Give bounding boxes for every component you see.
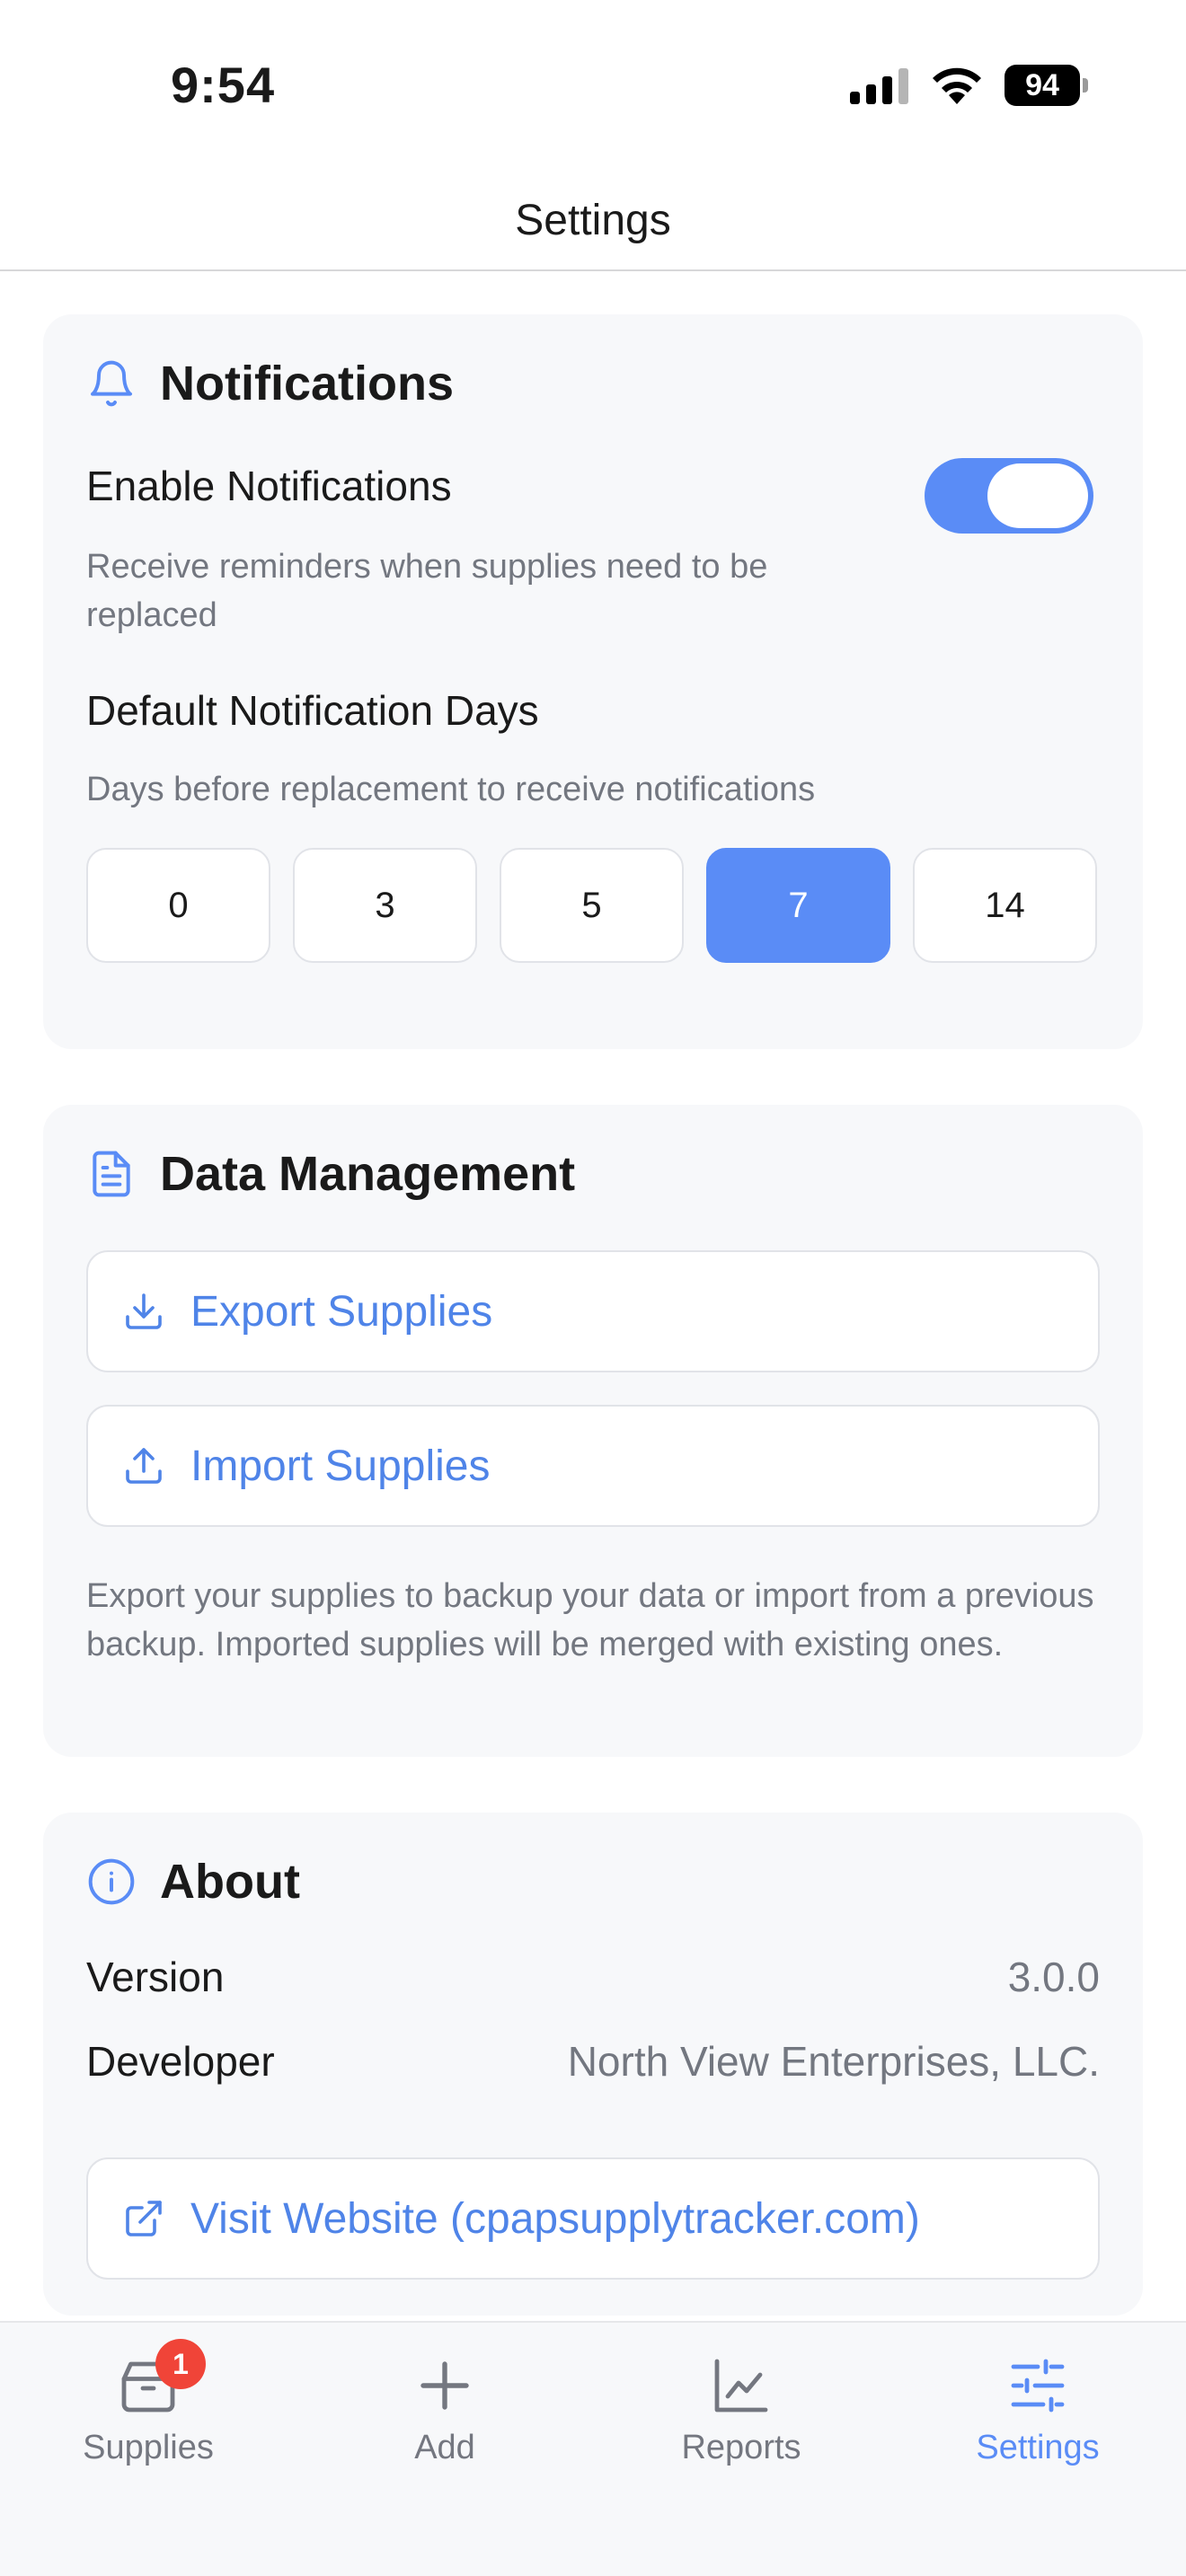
tab-add-label: Add (414, 2429, 475, 2466)
tab-reports-label: Reports (681, 2429, 801, 2466)
info-icon (88, 1858, 135, 1905)
plus-icon (412, 2353, 477, 2418)
chart-icon (709, 2353, 774, 2418)
developer-label: Developer (86, 2038, 275, 2085)
upload-icon (126, 1448, 162, 1484)
download-icon (126, 1293, 162, 1329)
data-management-title-row: Data Management (86, 1146, 575, 1202)
bell-icon (91, 360, 132, 407)
visit-website-label: Visit Website (cpapsupplytracker.com) (190, 2194, 920, 2243)
tab-supplies[interactable]: 1 Supplies (0, 2339, 296, 2467)
about-card: About Version 3.0.0 Developer North View… (43, 1813, 1143, 2316)
tab-bar: 1 Supplies Add Reports Settings (0, 2321, 1186, 2576)
battery-level: 94 (1025, 67, 1059, 102)
version-value: 3.0.0 (1007, 1954, 1100, 2000)
cellular-signal-icon (850, 68, 908, 104)
developer-row: Developer North View Enterprises, LLC. (86, 2037, 1100, 2086)
status-bar: 9:54 94 (0, 0, 1186, 171)
box-icon: 1 (116, 2339, 206, 2418)
default-days-label: Default Notification Days (86, 687, 539, 734)
about-title: About (160, 1855, 300, 1909)
document-icon (93, 1151, 130, 1197)
day-option-14[interactable]: 14 (913, 848, 1097, 963)
tab-settings-label: Settings (976, 2429, 1100, 2466)
tab-settings[interactable]: Settings (890, 2353, 1186, 2467)
external-link-icon (126, 2201, 162, 2236)
enable-notifications-label: Enable Notifications (86, 463, 452, 509)
version-row: Version 3.0.0 (86, 1953, 1100, 2001)
tab-reports[interactable]: Reports (593, 2353, 890, 2467)
data-management-card: Data Management Export Supplies Import S… (43, 1105, 1143, 1757)
settings-content[interactable]: Notifications Enable Notifications Recei… (0, 271, 1186, 2321)
about-title-row: About (86, 1854, 300, 1910)
day-option-7[interactable]: 7 (706, 848, 890, 963)
status-time: 9:54 (171, 57, 276, 113)
battery-icon: 94 (1005, 65, 1088, 106)
tab-supplies-label: Supplies (83, 2429, 214, 2466)
notifications-title-row: Notifications (86, 356, 454, 411)
wifi-icon (933, 67, 981, 104)
version-label: Version (86, 1954, 225, 2000)
day-option-0[interactable]: 0 (86, 848, 270, 963)
data-management-title: Data Management (160, 1147, 576, 1201)
enable-notifications-toggle[interactable] (925, 458, 1093, 534)
developer-value: North View Enterprises, LLC. (567, 2038, 1100, 2085)
notifications-card: Notifications Enable Notifications Recei… (43, 314, 1143, 1049)
data-management-description: Export your supplies to backup your data… (86, 1577, 1094, 1663)
import-supplies-button[interactable]: Import Supplies (86, 1405, 1100, 1527)
sliders-icon (1005, 2353, 1070, 2418)
visit-website-button[interactable]: Visit Website (cpapsupplytracker.com) (86, 2157, 1100, 2280)
toggle-knob (987, 463, 1088, 528)
tab-add[interactable]: Add (296, 2353, 593, 2467)
supplies-badge: 1 (155, 2339, 206, 2389)
import-supplies-label: Import Supplies (190, 1442, 491, 1490)
export-supplies-button[interactable]: Export Supplies (86, 1250, 1100, 1372)
day-option-3[interactable]: 3 (293, 848, 477, 963)
header: Settings (0, 171, 1186, 271)
day-option-5[interactable]: 5 (500, 848, 684, 963)
notifications-title: Notifications (160, 357, 455, 410)
export-supplies-label: Export Supplies (190, 1287, 493, 1336)
default-days-description: Days before replacement to receive notif… (86, 771, 816, 808)
battery-tip (1083, 78, 1088, 93)
status-icons: 94 (850, 63, 1088, 108)
page-title: Settings (515, 196, 671, 244)
enable-notifications-description: Receive reminders when supplies need to … (86, 548, 768, 634)
day-options: 0 3 5 7 14 (86, 848, 1097, 963)
